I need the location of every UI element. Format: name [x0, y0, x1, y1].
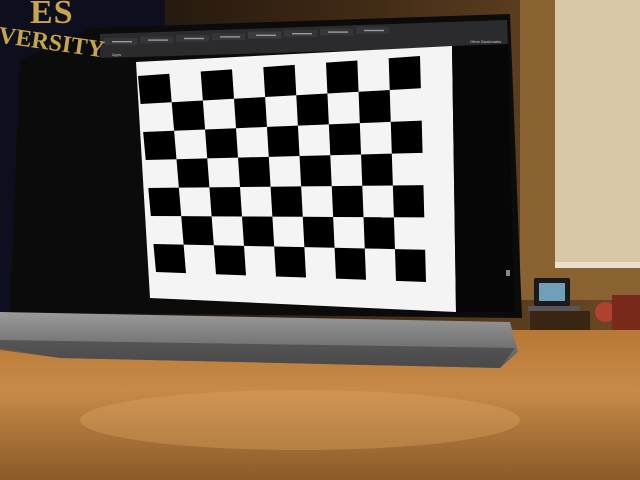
browser-tab-title [328, 31, 348, 33]
checker-square [334, 247, 366, 280]
checker-square [263, 64, 297, 98]
bookmark-other[interactable]: Other Bookmarks [470, 39, 501, 44]
checker-square [209, 187, 242, 217]
checker-square [274, 246, 306, 278]
checker-square [302, 216, 335, 248]
whiteboard [555, 0, 640, 268]
sweatshirt-lettering: ES VERSITY [0, 0, 120, 80]
checker-square [171, 100, 206, 131]
checker-square [266, 125, 300, 157]
checker-square [392, 185, 425, 218]
checker-square [238, 156, 271, 188]
checker-square [181, 216, 214, 246]
checker-square [299, 155, 332, 187]
checker-square [176, 158, 210, 188]
checker-square [200, 69, 234, 101]
checker-square [331, 185, 364, 218]
browser-tab-title [148, 39, 168, 41]
browser-tab-title [220, 36, 240, 38]
checker-square [390, 120, 423, 154]
checker-square [361, 153, 393, 186]
checker-square [394, 249, 426, 282]
scrollbar[interactable] [506, 270, 510, 276]
page-right-dark-area [452, 44, 514, 312]
checker-square [270, 186, 303, 217]
checker-square [358, 90, 391, 124]
checker-square [213, 245, 246, 276]
checker-square [205, 128, 238, 159]
checker-square [326, 60, 359, 94]
checker-square [138, 73, 172, 104]
whiteboard-frame [555, 262, 640, 268]
browser-tab-title [292, 33, 312, 35]
checker-square [388, 56, 421, 91]
checker-square [143, 130, 177, 160]
browser-tab-title [256, 34, 276, 36]
checker-square [328, 123, 362, 156]
checker-square [296, 93, 329, 126]
checker-square [234, 97, 267, 129]
checker-square [363, 217, 395, 250]
checker-square [242, 216, 275, 247]
table-reflection [80, 390, 520, 450]
browser-tab-title [184, 37, 204, 40]
browser-tab-title [364, 29, 384, 32]
checker-square [153, 244, 186, 274]
checker-square [148, 187, 182, 217]
